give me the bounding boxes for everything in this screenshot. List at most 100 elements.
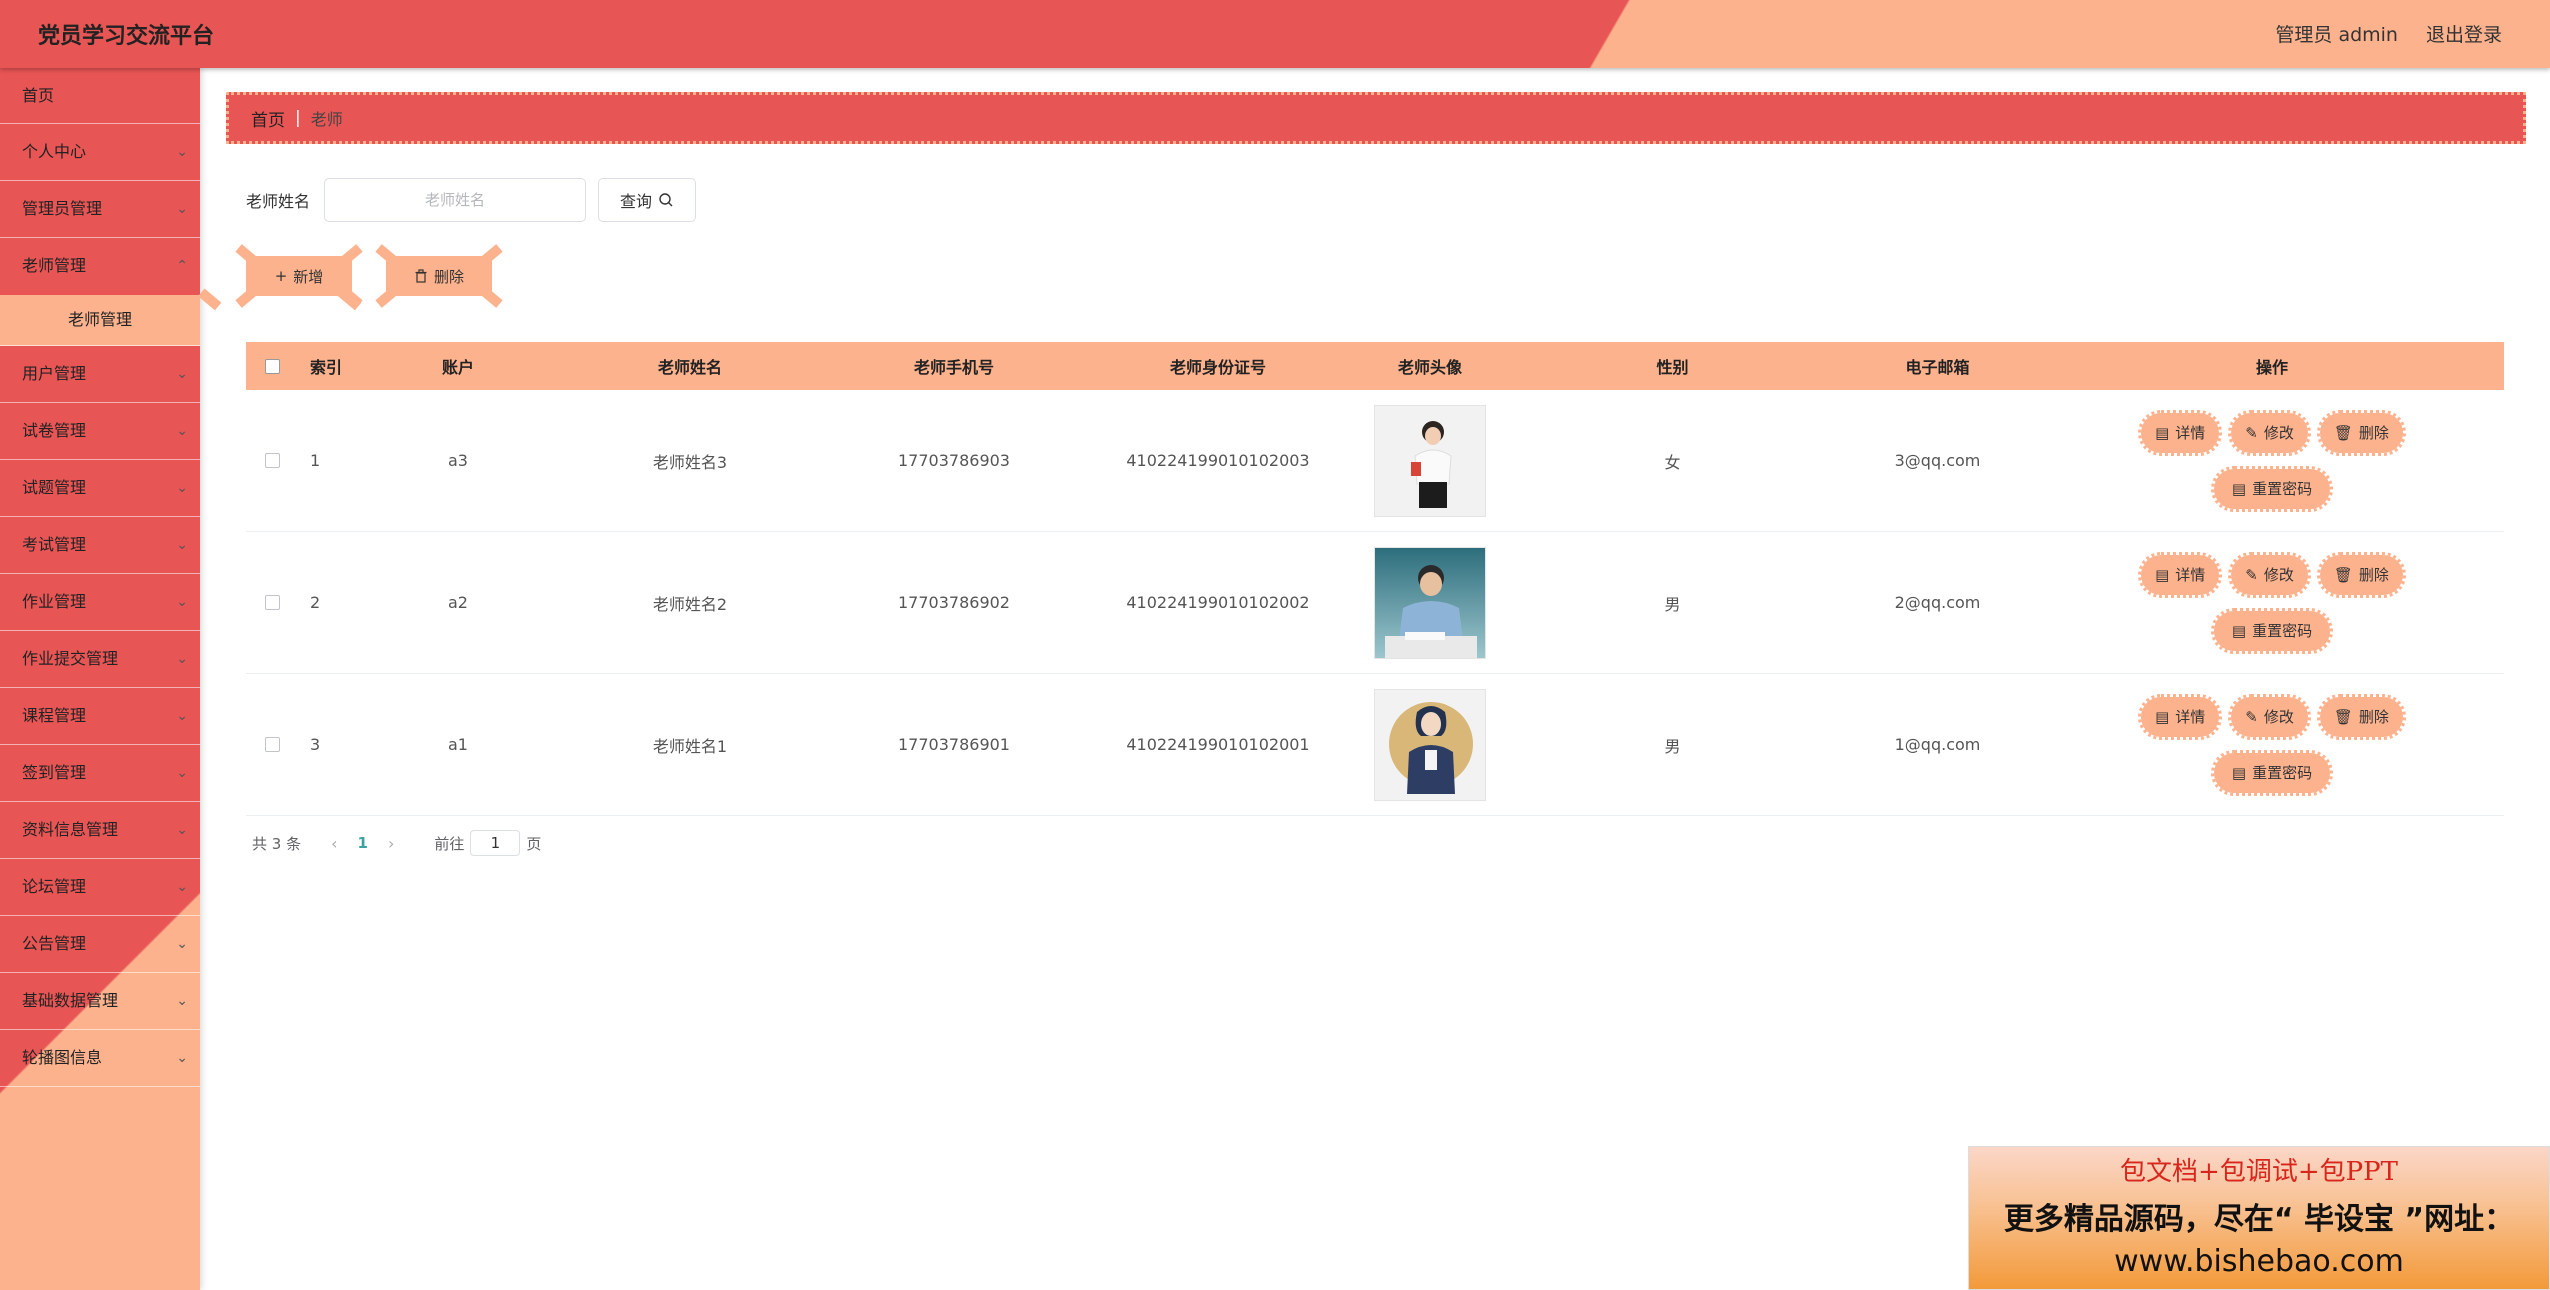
column-header: 索引: [310, 358, 343, 377]
sidebar-item-carousel-info[interactable]: 轮播图信息 ⌄: [0, 1030, 200, 1087]
teacher-avatar[interactable]: [1374, 546, 1486, 659]
search-button[interactable]: 查询: [598, 178, 697, 222]
sidebar-item-label: 用户管理: [22, 364, 87, 383]
page-number[interactable]: 1: [358, 834, 368, 852]
chevron-down-icon: ⌄: [176, 201, 188, 217]
document-icon: ▤: [2231, 621, 2247, 640]
row-teacher-name: 老师姓名2: [652, 594, 728, 614]
column-header: 账户: [441, 358, 474, 377]
submenu-item-teacher-management[interactable]: 老师管理: [0, 295, 200, 346]
row-phone: 17703786902: [898, 593, 1010, 612]
sidebar-item-paper-management[interactable]: 试卷管理 ⌄: [0, 403, 200, 460]
sidebar-item-admin-management[interactable]: 管理员管理 ⌄: [0, 181, 200, 238]
delete-button[interactable]: 🗑 删除: [2316, 409, 2406, 456]
chevron-down-icon: ⌄: [176, 822, 188, 838]
chevron-down-icon: ⌄: [176, 480, 188, 496]
sidebar-item-course-management[interactable]: 课程管理 ⌄: [0, 688, 200, 745]
chevron-right-icon[interactable]: ›: [388, 834, 394, 853]
column-header: 老师姓名: [657, 358, 722, 377]
sidebar-item-notice-management[interactable]: 公告管理 ⌄: [0, 916, 200, 973]
action-toolbar: + 新增 删除: [235, 256, 503, 308]
sidebar-item-user-management[interactable]: 用户管理 ⌄: [0, 346, 200, 403]
sidebar-item-personal-center[interactable]: 个人中心 ⌄: [0, 124, 200, 181]
sidebar-item-label: 公告管理: [22, 934, 87, 953]
detail-button[interactable]: ▤ 详情: [2138, 693, 2223, 740]
chevron-down-icon: ⌄: [176, 537, 188, 553]
chevron-down-icon: ⌄: [176, 651, 188, 667]
teacher-avatar[interactable]: [1374, 404, 1486, 517]
row-checkbox[interactable]: [264, 595, 280, 610]
sidebar-item-material-management[interactable]: 资料信息管理 ⌄: [0, 802, 200, 859]
row-gender: 女: [1664, 452, 1681, 472]
edit-button[interactable]: ✎ 修改: [2228, 409, 2311, 456]
goto-page-input[interactable]: [470, 830, 521, 856]
page-suffix-label: 页: [526, 834, 542, 853]
row-account: a1: [448, 735, 468, 754]
edit-label: 修改: [2263, 708, 2294, 726]
sidebar-item-question-management[interactable]: 试题管理 ⌄: [0, 460, 200, 517]
sidebar-item-label: 课程管理: [22, 706, 87, 725]
reset-password-label: 重置密码: [2252, 480, 2313, 498]
detail-label: 详情: [2175, 424, 2206, 442]
row-checkbox[interactable]: [264, 453, 280, 468]
current-user-label[interactable]: 管理员 admin: [2275, 20, 2398, 47]
sidebar-item-label: 老师管理: [22, 256, 87, 275]
sidebar-item-home[interactable]: 首页: [0, 68, 200, 124]
teacher-avatar[interactable]: [1374, 688, 1486, 801]
teacher-name-search-input[interactable]: [324, 178, 587, 222]
sidebar-item-forum-management[interactable]: 论坛管理 ⌄: [0, 859, 200, 916]
trash-icon: 🗑: [2333, 707, 2353, 726]
reset-password-button[interactable]: ▤ 重置密码: [2210, 465, 2334, 512]
row-checkbox[interactable]: [264, 737, 280, 752]
add-button-label: 新增: [293, 267, 324, 286]
sidebar-item-teacher-management[interactable]: 老师管理 ⌃: [0, 238, 200, 295]
delete-button-label: 删除: [433, 267, 464, 286]
select-all-checkbox[interactable]: [264, 358, 280, 374]
column-header: 老师头像: [1397, 358, 1462, 377]
trash-icon: [415, 269, 427, 283]
pencil-icon: ✎: [2245, 707, 2258, 726]
detail-button[interactable]: ▤ 详情: [2138, 551, 2223, 598]
row-phone: 17703786901: [898, 735, 1010, 754]
chevron-up-icon: ⌃: [176, 258, 188, 274]
chevron-down-icon: ⌄: [176, 144, 188, 160]
row-email: 3@qq.com: [1894, 451, 1981, 470]
row-id-card: 410224199010102003: [1126, 451, 1310, 470]
sidebar-item-label: 试卷管理: [22, 421, 87, 440]
reset-password-button[interactable]: ▤ 重置密码: [2210, 749, 2334, 796]
row-gender: 男: [1664, 594, 1681, 614]
delete-button[interactable]: 🗑 删除: [2316, 551, 2406, 598]
sidebar-item-checkin-management[interactable]: 签到管理 ⌄: [0, 745, 200, 802]
sidebar-item-exam-management[interactable]: 考试管理 ⌄: [0, 517, 200, 574]
delete-label: 删除: [2358, 424, 2389, 442]
chevron-down-icon: ⌄: [176, 423, 188, 439]
edit-button[interactable]: ✎ 修改: [2228, 551, 2311, 598]
column-header: 操作: [2255, 358, 2288, 377]
female-teacher-photo: [1375, 405, 1485, 516]
edit-label: 修改: [2263, 566, 2294, 584]
column-header: 电子邮箱: [1905, 358, 1970, 377]
reset-password-label: 重置密码: [2252, 764, 2313, 782]
row-account: a3: [448, 451, 468, 470]
add-button[interactable]: + 新增: [235, 256, 363, 308]
row-actions: ▤ 详情 ✎ 修改 🗑 删除 ▤ 重置密码: [2040, 551, 2504, 654]
sidebar-item-base-data-management[interactable]: 基础数据管理 ⌄: [0, 973, 200, 1030]
edit-button[interactable]: ✎ 修改: [2228, 693, 2311, 740]
delete-button[interactable]: 🗑 删除: [2316, 693, 2406, 740]
reset-password-button[interactable]: ▤ 重置密码: [2210, 607, 2334, 654]
breadcrumb-home[interactable]: 首页: [251, 106, 285, 131]
table-row: 1 a3 老师姓名3 17703786903 41022419901010200…: [246, 390, 2504, 532]
chevron-left-icon[interactable]: ‹: [331, 834, 337, 853]
search-button-label: 查询: [620, 192, 653, 211]
delete-label: 删除: [2358, 566, 2389, 584]
pagination: 共 3 条 ‹ 1 › 前往 页: [252, 830, 541, 856]
plus-icon: +: [274, 267, 288, 285]
batch-delete-button[interactable]: 删除: [375, 256, 503, 308]
sidebar-item-homework-management[interactable]: 作业管理 ⌄: [0, 574, 200, 631]
detail-button[interactable]: ▤ 详情: [2138, 409, 2223, 456]
logout-link[interactable]: 退出登录: [2426, 20, 2502, 47]
row-email: 2@qq.com: [1894, 593, 1981, 612]
sidebar-item-homework-submission[interactable]: 作业提交管理 ⌄: [0, 631, 200, 688]
detail-label: 详情: [2175, 708, 2206, 726]
sidebar-item-label: 首页: [22, 86, 55, 105]
